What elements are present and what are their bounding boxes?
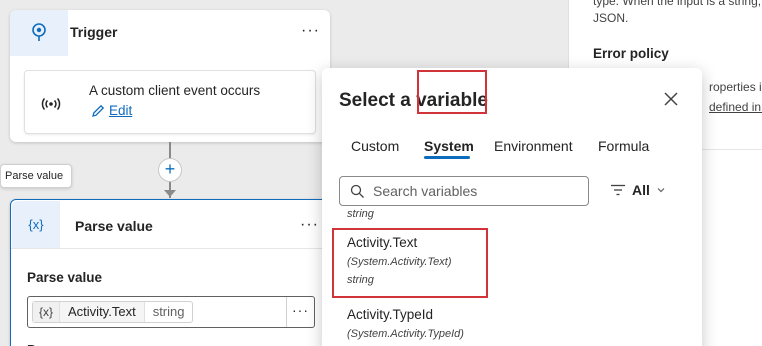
trigger-node-header: Trigger ··· [10, 10, 330, 56]
parse-icon-box: {x} [12, 201, 60, 248]
field-more-button[interactable]: ··· [286, 297, 314, 327]
parse-value-node[interactable]: {x} Parse value ··· Parse value {x} Acti… [10, 199, 330, 346]
lightbulb-icon [32, 23, 46, 41]
variable-list: string Activity.Text (System.Activity.Te… [322, 208, 702, 346]
filter-dropdown[interactable]: All [610, 182, 666, 198]
panel-partial-text: roperties in [709, 80, 762, 94]
parse-value-label: Parse value [27, 270, 103, 285]
parse-more-button[interactable]: ··· [300, 216, 319, 234]
item-highlight-box [332, 228, 488, 298]
trigger-node[interactable]: Trigger ··· A custom client event occurs… [10, 10, 330, 142]
edit-label: Edit [109, 103, 133, 118]
partial-item-type: string [347, 208, 374, 220]
panel-partial-link[interactable]: defined in t [709, 100, 762, 114]
parse-value-field[interactable]: {x} Activity.Text string ··· [27, 296, 315, 328]
add-node-button[interactable]: + [158, 158, 182, 182]
filter-icon [611, 184, 625, 196]
panel-description-line: type. When the input is a string, [593, 0, 762, 8]
chip-variable-type: string [143, 302, 193, 322]
variable-name: Activity.TypeId [347, 307, 434, 322]
trigger-title: Trigger [70, 24, 118, 40]
tab-highlight-box [417, 70, 487, 114]
variable-path: (System.Activity.TypeId) [347, 328, 464, 340]
chip-variable-name: Activity.Text [59, 302, 144, 322]
search-input[interactable] [373, 181, 573, 201]
variable-tabs: Custom System Environment Formula [338, 124, 678, 168]
search-icon [350, 184, 364, 198]
next-field-label: P [27, 342, 36, 346]
trigger-event-card[interactable]: A custom client event occurs Edit [24, 70, 316, 134]
variable-icon: {x} [28, 217, 44, 232]
node-tooltip: Parse value [0, 164, 72, 188]
parse-node-title: Parse value [75, 218, 153, 234]
trigger-more-button[interactable]: ··· [301, 22, 320, 40]
close-icon[interactable] [662, 90, 680, 108]
variable-chip[interactable]: {x} Activity.Text string [32, 301, 194, 323]
trigger-icon-box [10, 10, 68, 56]
connector-arrow [164, 190, 176, 197]
filter-label: All [632, 182, 650, 198]
pencil-icon [92, 104, 105, 117]
tab-formula[interactable]: Formula [598, 124, 649, 168]
error-policy-heading: Error policy [593, 46, 669, 61]
tab-system[interactable]: System [424, 124, 474, 168]
active-tab-indicator [424, 156, 470, 159]
list-item[interactable]: Activity.TypeId (System.Activity.TypeId) [347, 307, 464, 340]
edit-trigger-link[interactable]: Edit [91, 103, 132, 118]
chevron-down-icon [657, 188, 665, 193]
variable-search-box[interactable] [339, 176, 589, 206]
select-variable-popup: Select a variable Custom System Environm… [322, 68, 702, 346]
chip-variable-icon: {x} [33, 302, 60, 322]
tab-environment[interactable]: Environment [494, 124, 573, 168]
parse-divider [11, 248, 329, 249]
broadcast-icon [41, 98, 61, 110]
trigger-event-text: A custom client event occurs [89, 83, 261, 98]
tab-custom[interactable]: Custom [351, 124, 399, 168]
panel-description-line: JSON. [593, 11, 629, 25]
